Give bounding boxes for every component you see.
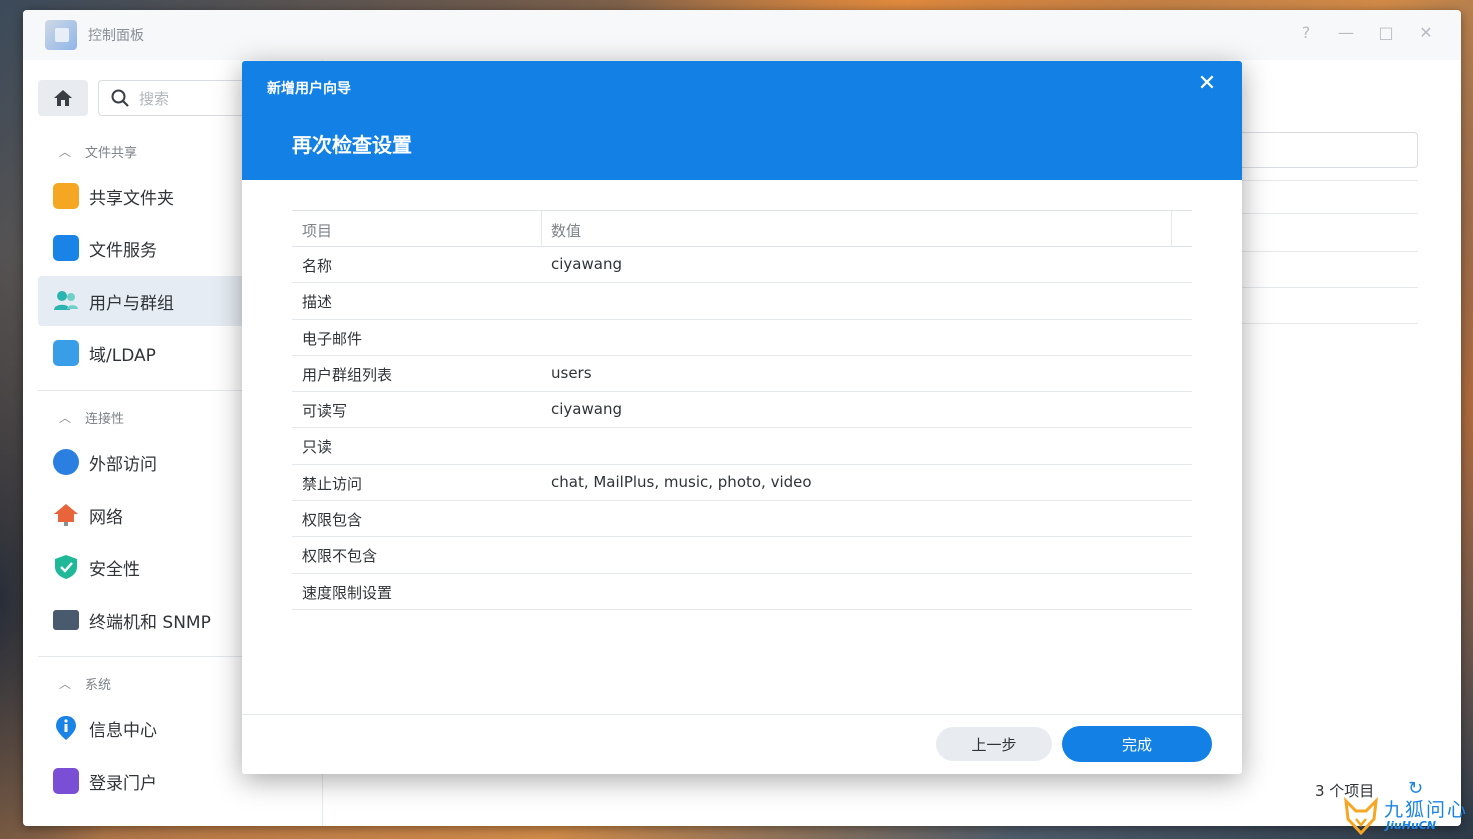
- minimize-icon[interactable]: —: [1335, 23, 1357, 42]
- column-separator[interactable]: [1171, 211, 1172, 247]
- previous-step-button[interactable]: 上一步: [936, 727, 1052, 761]
- table-row: 只读: [292, 428, 1192, 465]
- dialog-header: 新增用户向导 再次检查设置 ✕: [242, 61, 1242, 180]
- section-file-sharing[interactable]: ︿ 文件共享: [59, 142, 137, 161]
- row-key: 用户群组列表: [302, 365, 393, 384]
- chevron-up-icon: ︿: [59, 145, 72, 159]
- login-portal-icon: [53, 768, 79, 794]
- section-connectivity[interactable]: ︿ 连接性: [59, 408, 124, 427]
- row-key: 描述: [302, 293, 333, 312]
- table-row: 速度限制设置: [292, 574, 1192, 610]
- window-titlebar[interactable]: 控制面板 ? — □ ✕: [23, 10, 1461, 60]
- search-icon: [111, 89, 129, 107]
- table-row: 权限不包含: [292, 537, 1192, 574]
- window-title: 控制面板: [88, 28, 144, 44]
- table-row: 禁止访问 chat, MailPlus, music, photo, video: [292, 465, 1192, 502]
- watermark-title: 九狐问心: [1384, 799, 1469, 821]
- info-center-icon: [53, 715, 79, 741]
- row-value: ciyawang: [551, 400, 622, 419]
- maximize-icon[interactable]: □: [1375, 23, 1397, 42]
- section-system[interactable]: ︿ 系统: [59, 674, 111, 693]
- row-value: ciyawang: [551, 255, 622, 273]
- table-row: 电子邮件: [292, 320, 1192, 356]
- shared-folder-icon: [53, 183, 79, 209]
- dialog-footer-divider: [242, 714, 1242, 715]
- home-icon: [54, 90, 72, 106]
- watermark: 九狐问心 JiuHuCN: [1338, 793, 1473, 839]
- summary-table: 项目 数值 名称 ciyawang 描述 电子邮件 用户群组列表 users 可读写…: [292, 210, 1192, 610]
- control-panel-app-icon: [45, 20, 77, 50]
- column-header-item: 项目: [302, 222, 333, 240]
- column-separator[interactable]: [541, 211, 542, 247]
- step-title: 再次检查设置: [292, 133, 412, 157]
- watermark-subtitle: JiuHuCN: [1386, 819, 1437, 832]
- row-key: 权限不包含: [302, 547, 378, 566]
- row-key: 名称: [302, 257, 333, 275]
- row-key: 可读写: [302, 402, 348, 421]
- table-row: 名称 ciyawang: [292, 247, 1192, 284]
- table-row: 可读写 ciyawang: [292, 392, 1192, 429]
- finish-button[interactable]: 完成: [1062, 726, 1212, 762]
- users-icon: [53, 288, 79, 314]
- row-key: 速度限制设置: [302, 583, 393, 602]
- network-icon: [53, 502, 79, 528]
- terminal-icon: [53, 610, 79, 630]
- search-placeholder: 搜索: [139, 89, 170, 108]
- row-key: 电子邮件: [302, 329, 363, 348]
- chevron-up-icon: ︿: [59, 677, 72, 691]
- close-icon[interactable]: ✕: [1196, 73, 1218, 95]
- file-services-icon: [53, 235, 79, 261]
- home-button[interactable]: [38, 80, 88, 116]
- row-key: 禁止访问: [302, 474, 363, 493]
- table-row: 用户群组列表 users: [292, 356, 1192, 393]
- row-value: chat, MailPlus, music, photo, video: [551, 472, 812, 491]
- row-key: 只读: [302, 438, 333, 457]
- domain-ldap-icon: [53, 340, 79, 366]
- add-user-wizard-dialog: 新增用户向导 再次检查设置 ✕ 项目 数值 名称 ciyawang 描述 电子邮件…: [242, 61, 1242, 774]
- table-row: 描述: [292, 283, 1192, 320]
- external-access-icon: [53, 449, 79, 475]
- chevron-up-icon: ︿: [59, 411, 72, 425]
- help-icon[interactable]: ?: [1295, 23, 1317, 42]
- wizard-title: 新增用户向导: [267, 81, 351, 97]
- row-value: users: [551, 363, 592, 382]
- close-window-icon[interactable]: ✕: [1415, 23, 1437, 42]
- shield-icon: [53, 554, 79, 580]
- fox-logo-icon: [1344, 797, 1378, 835]
- row-key: 权限包含: [302, 511, 363, 530]
- column-header-value: 数值: [551, 222, 582, 240]
- table-header: 项目 数值: [292, 210, 1192, 247]
- table-row: 权限包含: [292, 501, 1192, 538]
